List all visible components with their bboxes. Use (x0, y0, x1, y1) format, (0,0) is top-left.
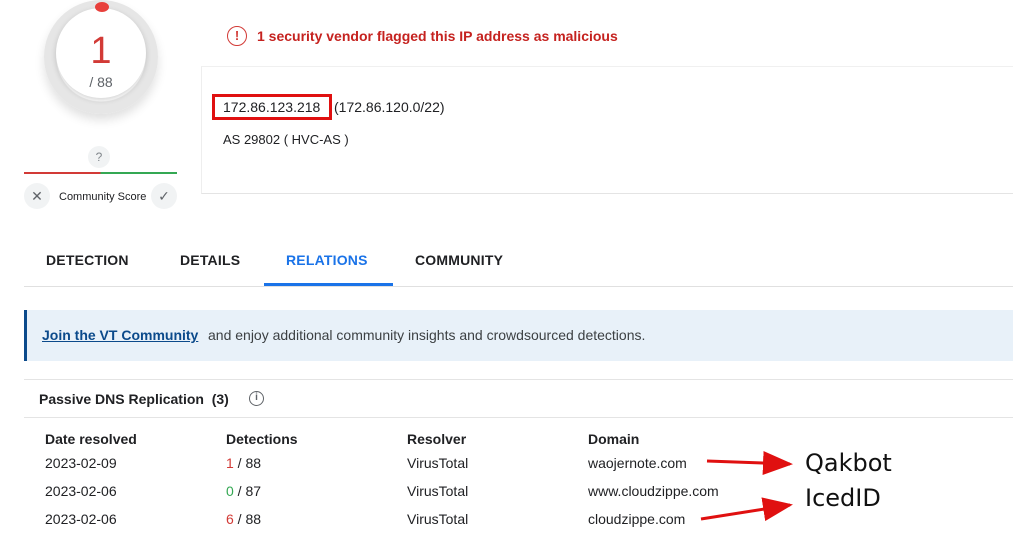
row-2-detection-count: 0 (226, 483, 234, 499)
column-header-domain: Domain (588, 431, 640, 447)
passive-dns-count: (3) (211, 391, 229, 407)
join-banner-text: and enjoy additional community insights … (208, 327, 646, 343)
community-score-row: ✕ Community Score ✓ (24, 183, 177, 209)
score-panel: 1 / 88 ? ✕ Community Score ✓ (0, 0, 200, 215)
column-header-detections: Detections (226, 431, 298, 447)
community-score-bar (24, 172, 177, 174)
ip-range[interactable]: (172.86.120.0/22) (334, 99, 445, 115)
row-3-domain[interactable]: cloudzippe.com (588, 511, 685, 527)
tab-detection[interactable]: DETECTION (46, 252, 129, 268)
alert-text: 1 security vendor flagged this IP addres… (257, 28, 618, 44)
row-3-detection-total: / 88 (233, 511, 262, 527)
row-3-detection-count: 6 (226, 511, 234, 527)
row-1-resolver: VirusTotal (407, 455, 469, 471)
join-community-banner: Join the VT Community and enjoy addition… (24, 310, 1013, 361)
tab-bar: DETECTION DETAILS RELATIONS COMMUNITY (24, 240, 1013, 287)
column-header-date: Date resolved (45, 431, 137, 447)
row-1-date: 2023-02-09 (45, 455, 117, 471)
icedid-label: IcedID (805, 484, 881, 512)
row-1-detection-count: 1 (226, 455, 234, 471)
community-score-value: ? (88, 146, 110, 168)
row-2-resolver: VirusTotal (407, 483, 469, 499)
info-icon[interactable]: i (249, 391, 264, 406)
row-1-detections: 1 / 88 (226, 455, 261, 471)
row-2-domain[interactable]: www.cloudzippe.com (588, 483, 719, 499)
downvote-icon[interactable]: ✕ (24, 183, 50, 209)
tab-details[interactable]: DETAILS (180, 252, 240, 268)
tab-community[interactable]: COMMUNITY (415, 252, 503, 268)
active-tab-indicator (264, 283, 393, 286)
row-1-detection-total: / 88 (233, 455, 262, 471)
passive-dns-title-text: Passive DNS Replication (39, 391, 204, 407)
alert-icon: ! (227, 26, 247, 46)
alert-bar: ! 1 security vendor flagged this IP addr… (201, 0, 1013, 66)
column-header-resolver: Resolver (407, 431, 467, 447)
gauge-indicator-dot (95, 2, 109, 12)
passive-dns-title: Passive DNS Replication (3) (39, 391, 229, 407)
upvote-icon[interactable]: ✓ (151, 183, 177, 209)
tab-relations[interactable]: RELATIONS (286, 252, 368, 268)
detection-total: / 88 (89, 74, 113, 90)
qakbot-label: Qakbot (805, 449, 892, 477)
row-3-resolver: VirusTotal (407, 511, 469, 527)
as-info[interactable]: AS 29802 ( HVC-AS ) (223, 132, 349, 147)
passive-dns-header: Passive DNS Replication (3) i (24, 380, 1013, 418)
ip-address: 172.86.123.218 (223, 99, 321, 115)
row-1-domain[interactable]: waojernote.com (588, 455, 687, 471)
detection-count: 1 (90, 30, 112, 72)
ip-info-box (201, 66, 1013, 194)
row-3-detections: 6 / 88 (226, 511, 261, 527)
community-score-label: Community Score (59, 191, 147, 203)
join-community-link[interactable]: Join the VT Community (42, 327, 198, 343)
row-2-detection-total: / 87 (233, 483, 262, 499)
row-3-date: 2023-02-06 (45, 511, 117, 527)
row-2-date: 2023-02-06 (45, 483, 117, 499)
row-2-detections: 0 / 87 (226, 483, 261, 499)
